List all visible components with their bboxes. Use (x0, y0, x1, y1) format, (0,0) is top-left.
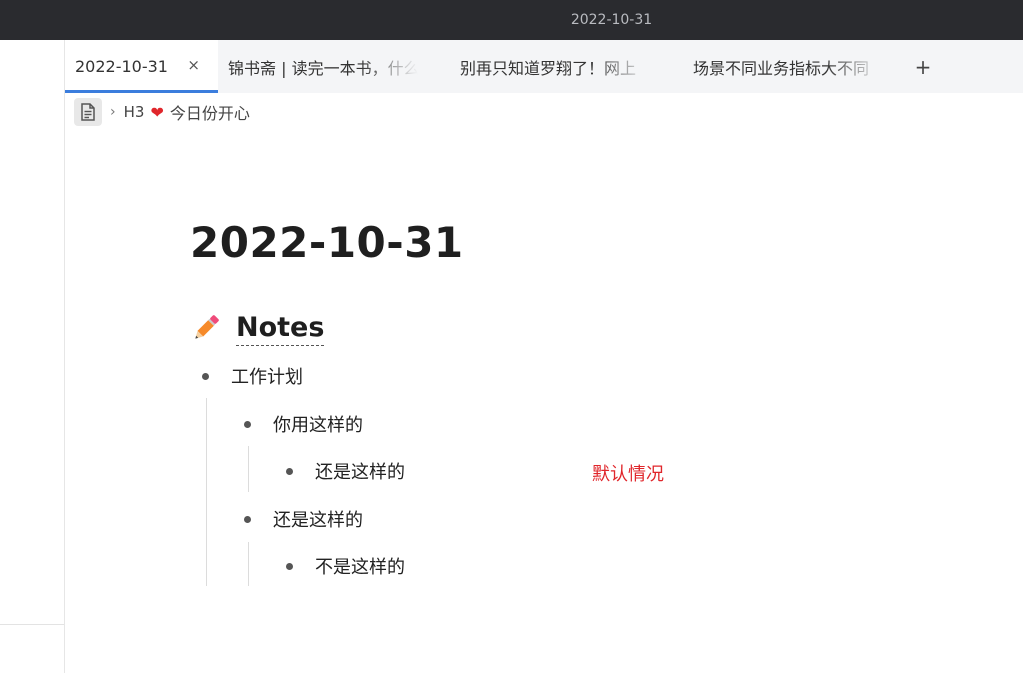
pencil-icon (195, 315, 219, 339)
list-item-text: 还是这样的 (315, 462, 405, 483)
section-heading-text: Notes (236, 311, 325, 346)
breadcrumb-heading[interactable]: 今日份开心 (170, 100, 250, 124)
window-titlebar: 2022-10-31 (0, 0, 1023, 40)
add-tab-button[interactable]: + (893, 40, 953, 93)
tab-jinshuzhai[interactable]: 锦书斋 | 读完一本书，什么 (218, 40, 440, 93)
list-item-text: 还是这样的 (273, 510, 363, 531)
document-content: 2022-10-31 Notes (190, 215, 950, 348)
tab-label: 2022-10-31 (75, 57, 168, 76)
document-icon[interactable] (74, 98, 102, 126)
list-item-text: 你用这样的 (273, 415, 363, 436)
section-heading[interactable]: Notes (190, 308, 950, 348)
list-item[interactable]: 你用这样的 (244, 410, 363, 438)
indent-guide (248, 542, 249, 586)
breadcrumb: › H3 ❤ 今日份开心 (74, 97, 250, 127)
list-item-text: 不是这样的 (315, 557, 405, 578)
page-title[interactable]: 2022-10-31 (190, 215, 950, 271)
list-item[interactable]: 工作计划 (202, 362, 303, 390)
list-item-text: 工作计划 (231, 367, 303, 388)
bullet-dot[interactable] (244, 515, 251, 523)
left-sidebar (0, 40, 65, 673)
list-item[interactable]: 还是这样的 (286, 457, 405, 485)
list-item[interactable]: 不是这样的 (286, 552, 405, 580)
bullet-dot[interactable] (286, 467, 293, 475)
indent-guide (248, 446, 249, 492)
tab-bar: 2022-10-31 × 锦书斋 | 读完一本书，什么 别再只知道罗翔了！网上 … (65, 40, 1023, 93)
heading-level-tag[interactable]: H3 (124, 103, 145, 121)
window-title: 2022-10-31 (570, 12, 653, 28)
chevron-right-icon: › (110, 104, 116, 120)
tab-label: 锦书斋 | 读完一本书，什么 (228, 58, 418, 78)
sidebar-divider (0, 624, 64, 625)
heart-icon: ❤ (150, 102, 164, 122)
close-icon[interactable]: × (187, 56, 200, 74)
tab-label: 场景不同业务指标大不同 (693, 58, 870, 78)
tab-label: 别再只知道罗翔了！网上 (460, 58, 637, 78)
tab-business-metrics[interactable]: 场景不同业务指标大不同 (673, 40, 893, 93)
bullet-dot[interactable] (244, 420, 251, 428)
list-item[interactable]: 还是这样的 (244, 505, 363, 533)
tab-luoxiang[interactable]: 别再只知道罗翔了！网上 (440, 40, 673, 93)
bullet-dot[interactable] (202, 372, 209, 380)
bullet-dot[interactable] (286, 562, 293, 570)
tab-2022-10-31[interactable]: 2022-10-31 × (65, 40, 218, 93)
indent-guide (206, 398, 207, 586)
annotation-text: 默认情况 (592, 464, 664, 485)
